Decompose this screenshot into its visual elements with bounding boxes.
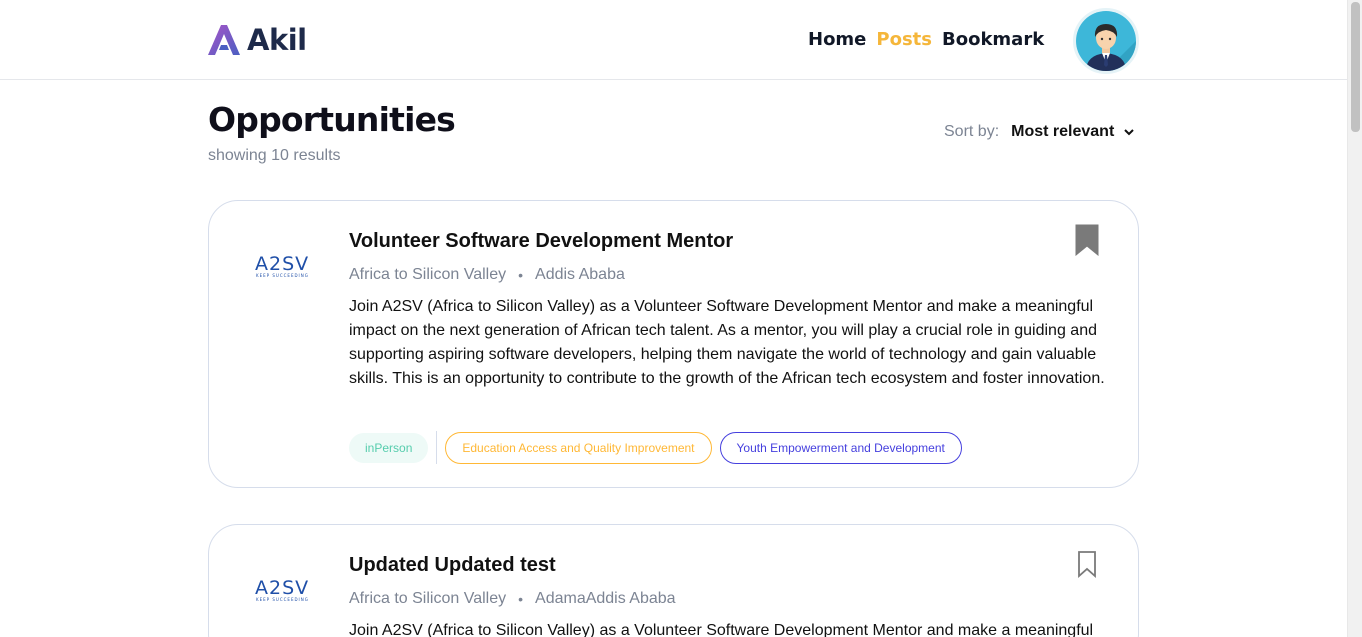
- company-logo: A2SV KEEP SUCCEEDING: [255, 575, 317, 603]
- location: Addis Ababa: [535, 266, 625, 283]
- meta-separator: •: [518, 591, 524, 607]
- user-avatar-icon: [1076, 11, 1136, 71]
- brand-logo[interactable]: Akil: [207, 22, 307, 58]
- sort-control: Sort by: Most relevant: [944, 122, 1134, 142]
- brand-logo-icon: [208, 25, 240, 55]
- bookmark-filled-icon[interactable]: [1075, 224, 1099, 256]
- brand-name: Akil: [247, 23, 307, 57]
- company-logo: A2SV KEEP SUCCEEDING: [255, 251, 317, 279]
- main-nav: Home Posts Bookmark: [808, 28, 1044, 52]
- tag-list: inPerson Education Access and Quality Im…: [349, 431, 962, 464]
- tag-category[interactable]: Education Access and Quality Improvement: [445, 431, 712, 464]
- card-title[interactable]: Updated Updated test: [349, 553, 556, 577]
- sort-label: Sort by:: [944, 123, 1000, 140]
- scrollbar-thumb[interactable]: [1351, 2, 1360, 132]
- card-meta: Africa to Silicon Valley • Addis Ababa: [349, 265, 625, 285]
- user-avatar[interactable]: [1073, 8, 1139, 74]
- tag-work-mode[interactable]: inPerson: [349, 432, 429, 463]
- sort-dropdown[interactable]: Most relevant: [1011, 122, 1114, 142]
- chevron-down-icon[interactable]: [1124, 128, 1134, 136]
- opportunity-card[interactable]: A2SV KEEP SUCCEEDING Volunteer Software …: [208, 200, 1139, 488]
- company-name: Africa to Silicon Valley: [349, 590, 507, 607]
- company-name: Africa to Silicon Valley: [349, 266, 507, 283]
- svg-text:KEEP SUCCEEDING: KEEP SUCCEEDING: [256, 597, 309, 602]
- top-header: Akil Home Posts Bookmark: [0, 0, 1347, 80]
- svg-text:A2SV: A2SV: [255, 577, 309, 599]
- card-meta: Africa to Silicon Valley • AdamaAddis Ab…: [349, 589, 676, 609]
- tag-divider: [436, 431, 438, 464]
- meta-separator: •: [518, 267, 524, 283]
- page-title: Opportunities: [208, 100, 456, 139]
- card-description: Join A2SV (Africa to Silicon Valley) as …: [349, 622, 1094, 637]
- nav-bookmark[interactable]: Bookmark: [942, 28, 1044, 52]
- svg-text:KEEP SUCCEEDING: KEEP SUCCEEDING: [256, 273, 309, 278]
- tag-category[interactable]: Youth Empowerment and Development: [719, 431, 962, 464]
- card-title[interactable]: Volunteer Software Development Mentor: [349, 229, 733, 253]
- nav-home[interactable]: Home: [808, 28, 866, 52]
- page-scrollbar[interactable]: [1347, 0, 1362, 637]
- results-count: showing 10 results: [208, 147, 341, 164]
- location: AdamaAddis Ababa: [535, 590, 676, 607]
- card-description: Join A2SV (Africa to Silicon Valley) as …: [349, 298, 1105, 387]
- bookmark-outline-icon[interactable]: [1075, 548, 1099, 580]
- nav-posts[interactable]: Posts: [876, 28, 932, 52]
- svg-text:A2SV: A2SV: [255, 253, 309, 275]
- opportunity-card[interactable]: A2SV KEEP SUCCEEDING Updated Updated tes…: [208, 524, 1139, 637]
